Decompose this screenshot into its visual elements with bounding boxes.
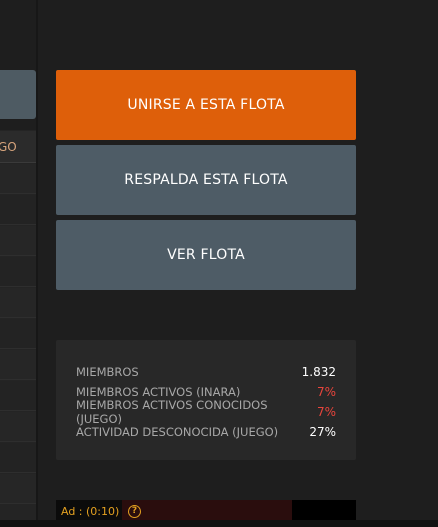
- table-row[interactable]: [0, 443, 36, 473]
- support-fleet-label: RESPALDA ESTA FLOTA: [124, 172, 288, 188]
- stat-value: 27%: [309, 425, 336, 439]
- bottom-edge: [0, 520, 438, 527]
- left-column-card[interactable]: [0, 70, 36, 119]
- stat-value: 7%: [316, 385, 336, 399]
- stat-row-members: MIEMBROS 1.832: [76, 362, 336, 382]
- table-row[interactable]: [0, 195, 36, 225]
- table-row[interactable]: [0, 319, 36, 349]
- table-row[interactable]: [0, 381, 36, 411]
- join-fleet-label: UNIRSE A ESTA FLOTA: [127, 97, 285, 113]
- table-row[interactable]: [0, 474, 36, 504]
- fleet-stats-panel: MIEMBROS 1.832 MIEMBROS ACTIVOS (INARA) …: [56, 340, 356, 460]
- stat-value: 7%: [316, 405, 336, 419]
- table-row[interactable]: [0, 412, 36, 442]
- stat-label: MIEMBROS ACTIVOS (INARA): [76, 385, 241, 399]
- table-row[interactable]: [0, 226, 36, 256]
- table-row[interactable]: [0, 288, 36, 318]
- view-fleet-label: VER FLOTA: [167, 247, 245, 263]
- join-fleet-button[interactable]: UNIRSE A ESTA FLOTA: [56, 70, 356, 140]
- stat-label: ACTIVIDAD DESCONOCIDA (JUEGO): [76, 425, 279, 439]
- stat-value: 1.832: [301, 365, 336, 379]
- stat-row-active-game: MIEMBROS ACTIVOS CONOCIDOS (JUEGO) 7%: [76, 398, 336, 426]
- ad-timer-label: Ad : (0:10): [56, 500, 122, 522]
- table-row[interactable]: [0, 350, 36, 380]
- view-fleet-button[interactable]: VER FLOTA: [56, 220, 356, 290]
- support-fleet-button[interactable]: RESPALDA ESTA FLOTA: [56, 145, 356, 215]
- fleet-page: GO UNIRSE A ESTA FLOTA RESPALDA ESTA FLO…: [0, 0, 438, 527]
- left-table-header[interactable]: GO: [0, 131, 36, 163]
- left-table-header-label: GO: [0, 139, 17, 154]
- ad-progress: ?: [122, 500, 292, 522]
- help-icon[interactable]: ?: [128, 504, 141, 518]
- column-divider: [36, 0, 38, 527]
- table-row[interactable]: [0, 164, 36, 194]
- ad-bar: Ad : (0:10) ?: [56, 500, 356, 522]
- stat-label: MIEMBROS: [76, 365, 139, 379]
- stat-label: MIEMBROS ACTIVOS CONOCIDOS (JUEGO): [76, 398, 268, 426]
- table-row[interactable]: [0, 257, 36, 287]
